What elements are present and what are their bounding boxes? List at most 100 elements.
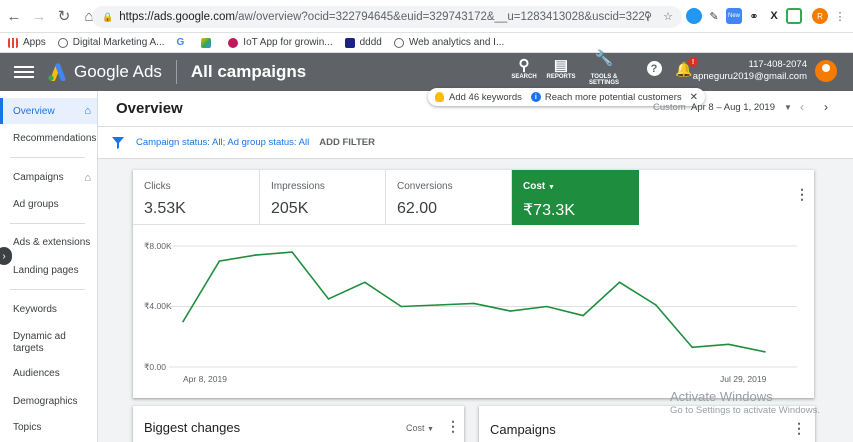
reports-button[interactable]: ▤ REPORTS [541, 56, 581, 80]
avatar[interactable] [815, 60, 837, 82]
forward-icon[interactable]: → [28, 5, 50, 27]
close-icon[interactable]: ✕ [690, 92, 698, 103]
search-icon: ⚲ [518, 57, 530, 74]
bookmark-drive[interactable] [201, 37, 216, 48]
glasses-icon[interactable]: ⚭ [746, 8, 762, 24]
data-point[interactable] [473, 302, 475, 305]
range-label: Custom [653, 102, 686, 113]
new-extension-icon[interactable]: New [726, 8, 742, 24]
data-point[interactable] [764, 351, 766, 353]
x-tick-label: Apr 8, 2019 [183, 374, 227, 384]
biggest-changes-card: Biggest changes Cost ▼ ⋮ [133, 406, 464, 442]
bookmark-iot-app[interactable]: IoT App for growin... [228, 37, 333, 48]
sidebar-item-keywords[interactable]: Keywords [0, 304, 97, 315]
overview-title: Overview [116, 100, 183, 117]
bookmark-web-analytics[interactable]: Web analytics and I... [393, 37, 504, 48]
card-title: Campaigns [490, 422, 556, 437]
data-point[interactable] [618, 281, 621, 284]
browser-toolbar: ← → ↻ ⌂ 🔒 https://ads.google.com/aw/over… [0, 0, 853, 33]
page-title[interactable]: All campaigns [191, 62, 306, 82]
data-point[interactable] [582, 314, 584, 317]
bookmark-google[interactable]: G [177, 37, 190, 48]
data-point[interactable] [545, 305, 548, 308]
data-point[interactable] [254, 254, 257, 256]
cost-line-chart [169, 245, 797, 368]
data-point[interactable] [182, 320, 184, 323]
sidebar-item-topics[interactable]: Topics [0, 422, 97, 433]
eyedropper-icon[interactable]: ✎ [706, 8, 722, 24]
filter-icon[interactable] [112, 136, 124, 149]
performance-card: Clicks 3.53K Impressions 205K Conversion… [133, 170, 814, 398]
sidebar-item-landing-pages[interactable]: Landing pages [0, 265, 97, 276]
bookmark-star-icon[interactable]: ☆ [660, 8, 676, 24]
sidebar-divider [10, 223, 85, 224]
account-info[interactable]: 117-408-2074 apneguru2019@gmail.com [693, 59, 807, 83]
wrench-icon: 🔧 [594, 50, 614, 67]
menu-icon[interactable] [14, 66, 34, 78]
bookmark-dddd[interactable]: dddd [344, 37, 382, 48]
data-point[interactable] [364, 281, 366, 284]
square-extension-icon[interactable] [786, 8, 802, 24]
drive-icon [201, 37, 212, 48]
url-text: https://ads.google.com/aw/overview?ocid=… [119, 11, 650, 23]
bookmark-digital-marketing[interactable]: Digital Marketing A... [57, 37, 165, 48]
sidebar-item-demographics[interactable]: Demographics [0, 396, 97, 407]
next-period-button[interactable]: › [824, 100, 828, 114]
data-point[interactable] [218, 260, 221, 262]
zoom-icon[interactable]: ⚲ [640, 8, 656, 24]
chevron-down-icon[interactable]: ▼ [784, 103, 792, 112]
sidebar-item-campaigns[interactable]: Campaigns ⌂ [0, 172, 97, 184]
metric-selector[interactable]: Cost ▼ [406, 423, 434, 433]
data-point[interactable] [400, 305, 403, 308]
sidebar-item-overview[interactable]: Overview ⌂ [0, 98, 97, 124]
filter-text[interactable]: Campaign status: All; Ad group status: A… [136, 137, 309, 148]
browser-menu-icon[interactable]: ⋮ [832, 8, 848, 24]
iot-app-icon [228, 37, 239, 48]
data-point[interactable] [727, 343, 730, 346]
add-filter-button[interactable]: ADD FILTER [319, 137, 375, 148]
sidebar-item-audiences[interactable]: Audiences [0, 368, 97, 379]
data-point[interactable] [291, 251, 293, 253]
more-options-icon[interactable]: ⋮ [446, 418, 460, 435]
x-extension-icon[interactable]: X [766, 8, 782, 24]
bookmark-apps[interactable]: Apps [8, 37, 46, 48]
data-point[interactable] [655, 304, 657, 306]
product-name: Google Ads [74, 62, 162, 81]
search-button[interactable]: ⚲ SEARCH [504, 56, 544, 80]
data-point[interactable] [327, 298, 330, 300]
reports-icon: ▤ [553, 57, 569, 74]
account-id: 117-408-2074 [748, 59, 807, 70]
x-tick-label: Jul 29, 2019 [720, 374, 767, 384]
data-point[interactable] [691, 346, 694, 349]
profile-avatar[interactable]: R [812, 8, 828, 24]
header-divider [175, 60, 177, 84]
back-icon[interactable]: ← [3, 5, 25, 27]
bookmarks-bar: Apps Digital Marketing A... G IoT App fo… [0, 33, 853, 53]
data-point[interactable] [509, 310, 512, 312]
address-bar[interactable]: 🔒 https://ads.google.com/aw/overview?oci… [92, 6, 682, 28]
account-email: apneguru2019@gmail.com [692, 71, 807, 82]
lock-icon: 🔒 [102, 11, 114, 22]
google-g-icon: G [176, 37, 185, 48]
caret-down-icon: ▼ [427, 426, 434, 433]
globe-icon [57, 37, 68, 48]
sidebar-item-dynamic-ad-targets[interactable]: Dynamic ad targets [0, 331, 70, 355]
more-options-icon[interactable]: ⋮ [792, 420, 806, 437]
previous-period-button[interactable]: ‹ [800, 100, 804, 114]
reload-icon[interactable]: ↻ [53, 5, 75, 27]
date-range-picker[interactable]: Apr 8 – Aug 1, 2019 [691, 102, 775, 113]
windows-activation-watermark: Activate Windows Go to Settings to activ… [670, 389, 820, 417]
sidebar-divider [10, 157, 85, 158]
data-point[interactable] [436, 304, 439, 306]
google-ads-logo-icon [48, 63, 66, 81]
sidebar-item-ad-groups[interactable]: Ad groups [0, 199, 97, 210]
sidebar-item-recommendations[interactable]: Recommendations [0, 133, 97, 144]
lightbulb-icon [435, 92, 444, 102]
sidebar-item-ads-extensions[interactable]: Ads & extensions [0, 237, 97, 248]
collapse-sidebar-button[interactable]: › [0, 247, 12, 265]
tools-settings-button[interactable]: 🔧 TOOLS & SETTINGS [584, 50, 624, 86]
sidebar: Overview ⌂ Recommendations Campaigns ⌂ A… [0, 91, 98, 442]
extension-icon[interactable] [686, 8, 702, 24]
google-ads-logo[interactable]: Google Ads [46, 62, 162, 82]
card-title: Biggest changes [144, 420, 241, 435]
